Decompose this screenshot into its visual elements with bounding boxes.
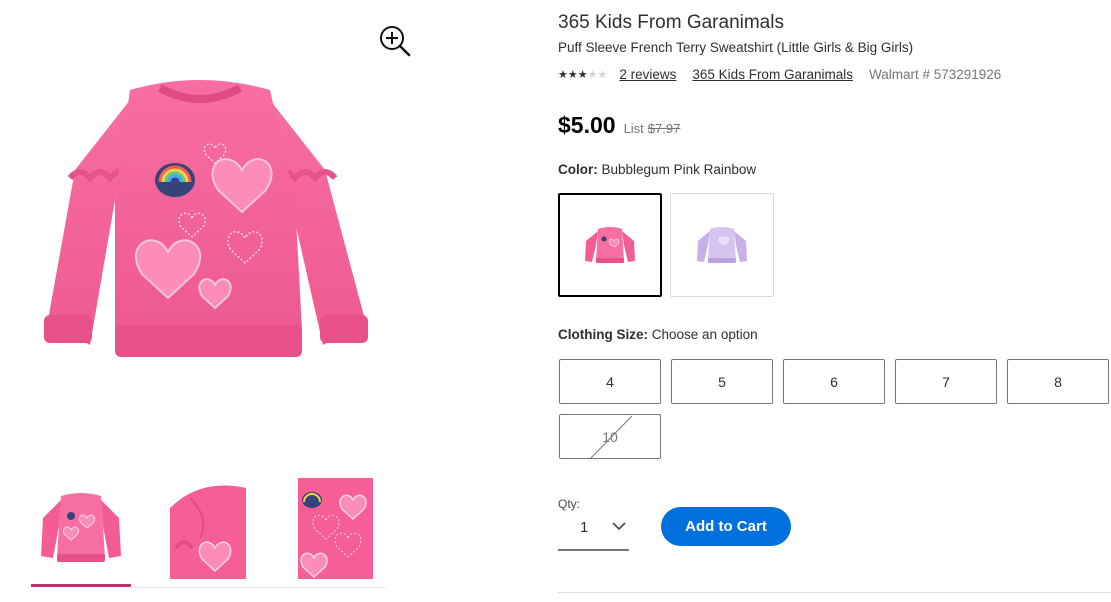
- thumbnail-sleeve-detail[interactable]: [170, 478, 246, 579]
- quantity-value: 1: [580, 519, 589, 536]
- size-option-4[interactable]: 4: [559, 359, 661, 404]
- quantity-select[interactable]: 1: [558, 510, 629, 551]
- list-price: $7.97: [647, 121, 681, 136]
- list-price-label: List: [623, 121, 644, 136]
- unavailable-strike-icon: [590, 415, 633, 458]
- price-row: $5.00 List $7.97: [558, 112, 680, 139]
- size-label-row: Clothing Size: Choose an option: [558, 327, 758, 342]
- size-label: Clothing Size:: [558, 327, 648, 342]
- size-option-6[interactable]: 6: [783, 359, 885, 404]
- star-rating: ★★★★★: [558, 68, 607, 81]
- reviews-link[interactable]: 2 reviews: [619, 67, 676, 82]
- brand-link[interactable]: 365 Kids From Garanimals: [692, 67, 853, 82]
- size-option-10-unavailable[interactable]: 10: [559, 414, 661, 459]
- quantity-label: Qty:: [558, 497, 581, 511]
- size-option-8[interactable]: 8: [1007, 359, 1109, 404]
- zoom-in-icon[interactable]: [378, 24, 412, 58]
- color-swatch-pink[interactable]: [558, 193, 662, 297]
- size-option-5[interactable]: 5: [671, 359, 773, 404]
- size-option-7[interactable]: 7: [895, 359, 997, 404]
- add-to-cart-button[interactable]: Add to Cart: [661, 507, 791, 546]
- star-icon: ★: [567, 68, 578, 81]
- size-prompt: Choose an option: [651, 327, 758, 342]
- rating-row: ★★★★★ 2 reviews 365 Kids From Garanimals…: [558, 65, 1001, 83]
- star-icon: ★: [577, 68, 588, 81]
- thumbnail-print-detail[interactable]: [298, 478, 373, 579]
- thumbnail-divider: [131, 587, 386, 588]
- thumbnail-front[interactable]: [31, 478, 131, 579]
- product-brand-title: 365 Kids From Garanimals: [558, 12, 784, 33]
- section-divider: [558, 592, 1111, 593]
- color-label: Color:: [558, 162, 598, 177]
- star-empty-icon: ★: [597, 68, 608, 81]
- star-empty-icon: ★: [587, 68, 598, 81]
- item-number: Walmart # 573291926: [868, 66, 1002, 82]
- selected-color-name: Bubblegum Pink Rainbow: [601, 162, 757, 177]
- current-price: $5.00: [558, 112, 616, 138]
- color-label-row: Color: Bubblegum Pink Rainbow: [558, 162, 756, 177]
- main-product-image[interactable]: [20, 60, 390, 440]
- color-swatch-lavender[interactable]: [670, 193, 774, 297]
- star-icon: ★: [558, 68, 568, 81]
- product-subtitle: Puff Sleeve French Terry Sweatshirt (Lit…: [558, 40, 914, 55]
- chevron-down-icon: [612, 522, 626, 531]
- selected-thumbnail-indicator: [31, 584, 131, 587]
